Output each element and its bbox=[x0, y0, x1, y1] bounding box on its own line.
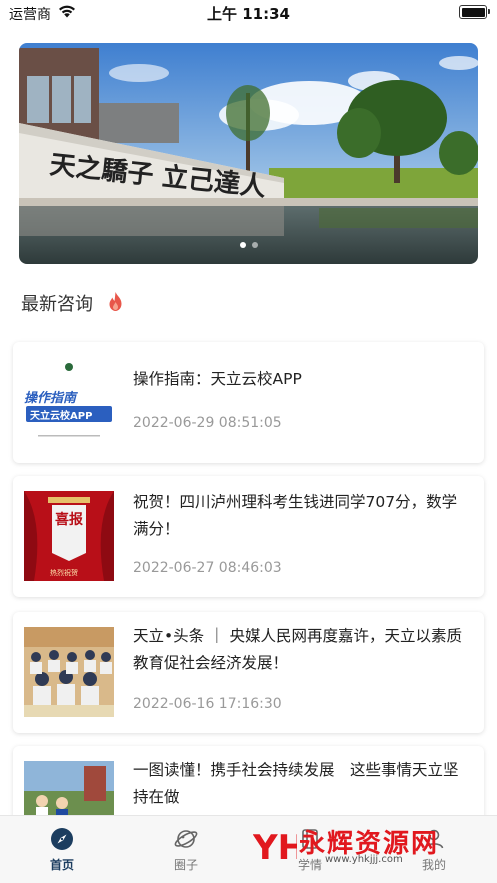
tab-label: 圈子 bbox=[173, 858, 198, 872]
news-title: 天立•头条 ｜ 央媒人民网再度嘉许，天立以素质教育促社会经济发展！ bbox=[133, 627, 462, 672]
news-card[interactable]: 喜报 热烈祝贺 祝贺！四川泸州理科考生钱进同学707分，数学满分！ 2022-0… bbox=[13, 476, 484, 597]
banner-dot[interactable] bbox=[239, 242, 246, 248]
news-date: 2022-06-16 17:16:30 bbox=[133, 696, 282, 712]
news-title: 操作指南：天立云校APP bbox=[133, 370, 302, 388]
thumb-subcaption: 热烈祝贺 bbox=[50, 568, 78, 577]
guide-thumbnail-art: 操作指南 天立云校APP bbox=[24, 363, 114, 437]
tab-circle[interactable]: 圈子 bbox=[124, 816, 248, 883]
news-card[interactable]: 操作指南 天立云校APP 操作指南：天立云校APP 2022-06-29 08:… bbox=[13, 342, 484, 463]
thumb-subcaption: 天立云校APP bbox=[30, 409, 92, 422]
classroom-thumbnail-art bbox=[24, 627, 114, 717]
news-title: 一图读懂！携手社会持续发展 这些事情天立坚持在做 bbox=[133, 761, 459, 806]
congrats-thumbnail-art: 喜报 热烈祝贺 bbox=[24, 491, 114, 581]
status-bar: 运营商 上午 11:34 bbox=[0, 0, 497, 26]
planet-icon bbox=[174, 830, 198, 848]
watermark-logo: YH bbox=[253, 828, 297, 867]
battery-icon bbox=[459, 5, 490, 19]
news-thumbnail: 操作指南 天立云校APP bbox=[24, 357, 114, 447]
banner-pagination bbox=[19, 233, 478, 252]
compass-icon bbox=[51, 828, 73, 850]
section-title: 最新咨询 bbox=[21, 294, 93, 315]
news-thumbnail: 喜报 热烈祝贺 bbox=[24, 491, 114, 581]
status-time: 上午 11:34 bbox=[207, 5, 290, 23]
news-date: 2022-06-27 08:46:03 bbox=[133, 560, 282, 576]
thumb-caption: 操作指南 bbox=[24, 390, 78, 406]
fire-icon bbox=[109, 292, 122, 311]
news-thumbnail bbox=[24, 627, 114, 717]
watermark-logo-text: YH bbox=[253, 828, 297, 867]
news-title: 祝贺！四川泸州理科考生钱进同学707分，数学满分！ bbox=[133, 493, 458, 538]
watermark-url: www.yhkjjj.com bbox=[325, 854, 403, 865]
watermark: YH 永辉资源网 www.yhkjjj.com bbox=[253, 823, 471, 875]
banner-image: 天之驕子 立己達人 bbox=[19, 43, 478, 264]
thumb-caption: 喜报 bbox=[55, 511, 83, 528]
tab-label: 首页 bbox=[49, 858, 74, 872]
news-card[interactable]: 天立•头条 ｜ 央媒人民网再度嘉许，天立以素质教育促社会经济发展！ 2022-0… bbox=[13, 612, 484, 733]
banner-carousel[interactable]: 天之驕子 立己達人 bbox=[19, 43, 478, 264]
tab-home[interactable]: 首页 bbox=[0, 816, 124, 883]
banner-dot[interactable] bbox=[251, 242, 258, 248]
news-date: 2022-06-29 08:51:05 bbox=[133, 415, 282, 431]
